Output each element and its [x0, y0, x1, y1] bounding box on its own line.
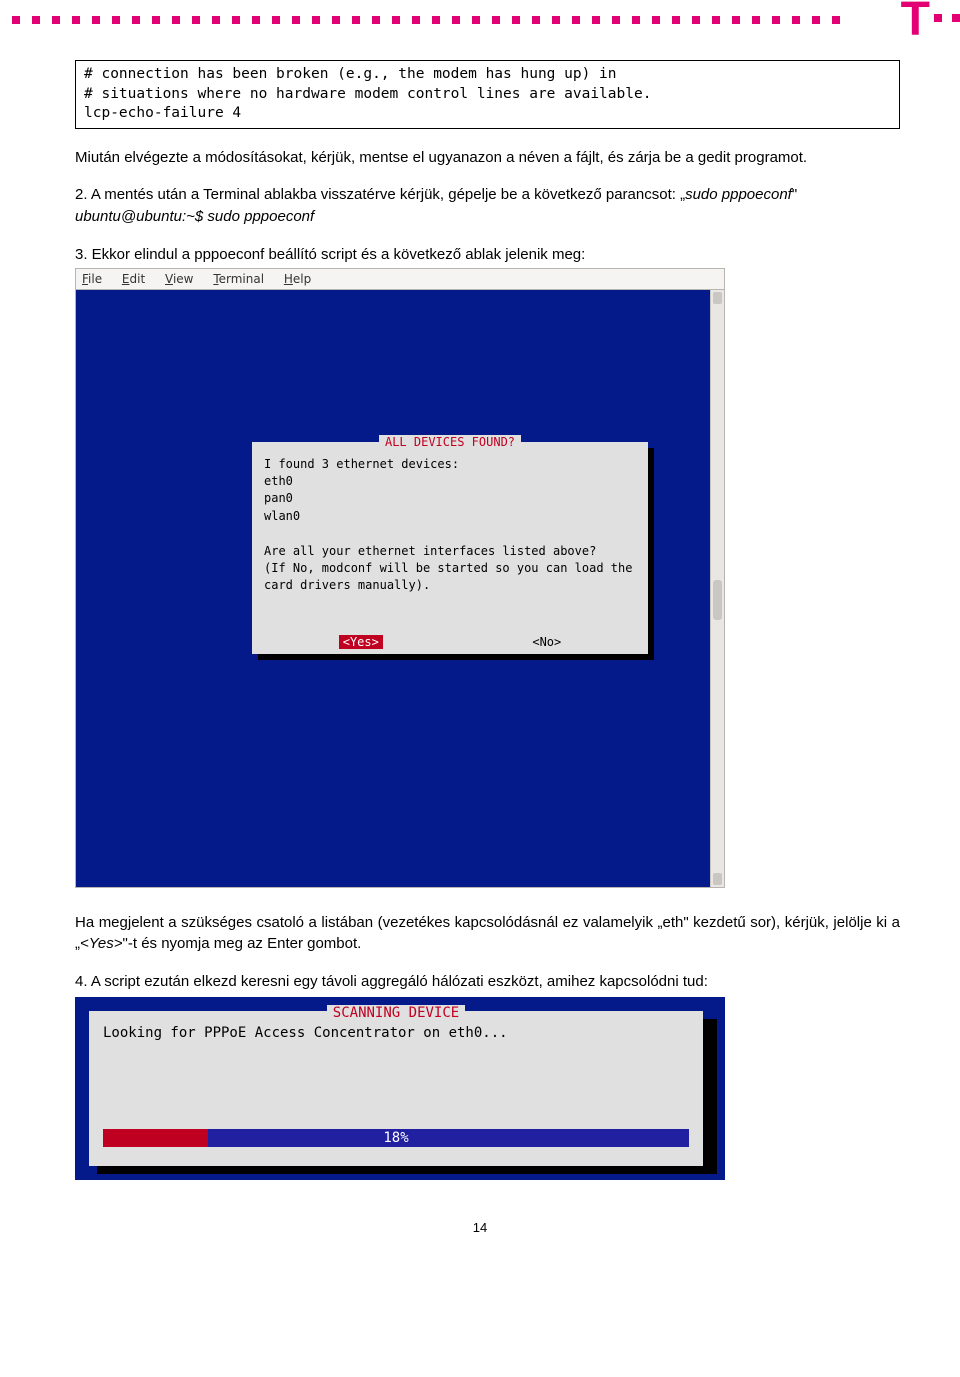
- dialog-title: ALL DEVICES FOUND?: [252, 435, 648, 449]
- scroll-up-icon[interactable]: [713, 292, 722, 304]
- progress-percent: 18%: [103, 1130, 689, 1146]
- paragraph-after-dialog: Ha megjelent a szükséges csatoló a listá…: [75, 912, 900, 956]
- no-button[interactable]: <No>: [532, 635, 561, 649]
- menu-help[interactable]: Help: [284, 272, 311, 286]
- step2-command: sudo pppoeconf: [685, 186, 792, 203]
- telekom-logo-icon: T: [901, 0, 930, 40]
- terminal-window: ALL DEVICES FOUND? I found 3 ethernet de…: [75, 290, 725, 888]
- code-block: # connection has been broken (e.g., the …: [75, 60, 900, 129]
- step-2: 2. A mentés után a Terminal ablakba viss…: [75, 184, 900, 228]
- right-dots: [934, 14, 960, 22]
- dot-row: [12, 16, 960, 24]
- step-3: 3. Ekkor elindul a pppoeconf beállító sc…: [75, 244, 900, 266]
- pppoeconf-dialog: ALL DEVICES FOUND? I found 3 ethernet de…: [252, 442, 648, 654]
- menu-view[interactable]: View: [165, 272, 193, 286]
- page-number: 14: [0, 1220, 960, 1245]
- dialog-body: I found 3 ethernet devices: eth0 pan0 wl…: [264, 456, 636, 595]
- scan-dialog: SCANNING DEVICE Looking for PPPoE Access…: [89, 1011, 703, 1166]
- yes-button[interactable]: <Yes>: [339, 635, 383, 649]
- menu-terminal[interactable]: Terminal: [213, 272, 264, 286]
- step2-prompt: ubuntu@ubuntu:~$ sudo pppoeconf: [75, 208, 314, 225]
- scroll-down-icon[interactable]: [713, 873, 722, 885]
- step-4: 4. A script ezután elkezd keresni egy tá…: [75, 971, 900, 993]
- menu-edit[interactable]: Edit: [122, 272, 145, 286]
- header-dots: T: [0, 0, 960, 40]
- progress-bar: 18%: [103, 1129, 689, 1146]
- step2-suffix: ": [792, 186, 797, 203]
- scroll-thumb[interactable]: [713, 580, 722, 620]
- scan-title: SCANNING DEVICE: [89, 1003, 703, 1021]
- menu-file[interactable]: FFileile: [82, 272, 102, 286]
- scrollbar[interactable]: [710, 290, 724, 887]
- scan-text: Looking for PPPoE Access Concentrator on…: [103, 1025, 689, 1041]
- paragraph-intro: Miután elvégezte a módosításokat, kérjük…: [75, 147, 900, 169]
- terminal-menubar[interactable]: FFileile Edit View Terminal Help: [75, 268, 725, 290]
- scanning-window: SCANNING DEVICE Looking for PPPoE Access…: [75, 997, 725, 1180]
- step2-text: 2. A mentés után a Terminal ablakba viss…: [75, 186, 685, 203]
